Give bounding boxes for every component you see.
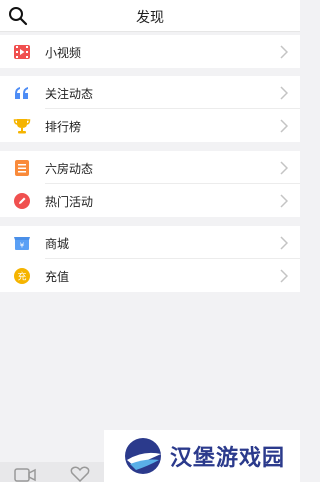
- menu-item-recharge[interactable]: 充 充值: [0, 259, 300, 292]
- video-icon: [14, 45, 30, 59]
- recharge-icon: 充: [14, 268, 30, 284]
- menu-item-mall[interactable]: ¥ 商城: [0, 226, 300, 259]
- svg-text:充: 充: [17, 271, 26, 283]
- menu-group-4: ¥ 商城 充 充值: [0, 226, 300, 292]
- quote-icon: [15, 87, 28, 99]
- shop-icon: ¥: [14, 237, 30, 250]
- watermark-text: 汉堡游戏园: [170, 445, 286, 471]
- list-icon: [15, 160, 29, 176]
- watermark: 汉堡游戏园: [104, 430, 300, 482]
- chevron-right-icon: [280, 236, 288, 250]
- menu-item-label: 小视频: [45, 46, 82, 60]
- menu-item-label: 商城: [45, 237, 70, 251]
- menu-group-3: 六房动态 热门活动: [0, 151, 300, 217]
- menu-group-1: 小视频: [0, 35, 300, 68]
- chevron-right-icon: [280, 161, 288, 175]
- svg-text:¥: ¥: [20, 242, 25, 250]
- chevron-right-icon: [280, 45, 288, 59]
- menu-item-label: 热门活动: [45, 195, 94, 209]
- header-bar: 发现: [0, 0, 300, 32]
- menu-item-leaderboard[interactable]: 排行榜: [0, 109, 300, 142]
- chevron-right-icon: [280, 269, 288, 283]
- menu-item-hot-events[interactable]: 热门活动: [0, 184, 300, 217]
- menu-item-label: 关注动态: [45, 87, 94, 101]
- watermark-logo-icon: [125, 438, 161, 474]
- menu-item-liufang-feed[interactable]: 六房动态: [0, 151, 300, 184]
- menu-item-follow-feed[interactable]: 关注动态: [0, 76, 300, 109]
- video-tab-icon[interactable]: [14, 466, 36, 482]
- heart-tab-icon[interactable]: [70, 466, 90, 482]
- menu-item-label: 充值: [45, 270, 70, 284]
- bottom-tab-bar: [0, 462, 110, 482]
- chevron-right-icon: [280, 119, 288, 133]
- menu-item-label: 排行榜: [45, 120, 82, 134]
- chevron-right-icon: [280, 194, 288, 208]
- page-title: 发现: [136, 10, 164, 26]
- menu-item-label: 六房动态: [45, 162, 94, 176]
- pen-icon: [14, 193, 30, 209]
- menu-item-short-video[interactable]: 小视频: [0, 35, 300, 68]
- menu-group-2: 关注动态 排行榜: [0, 76, 300, 142]
- chevron-right-icon: [280, 86, 288, 100]
- trophy-icon: [13, 119, 31, 134]
